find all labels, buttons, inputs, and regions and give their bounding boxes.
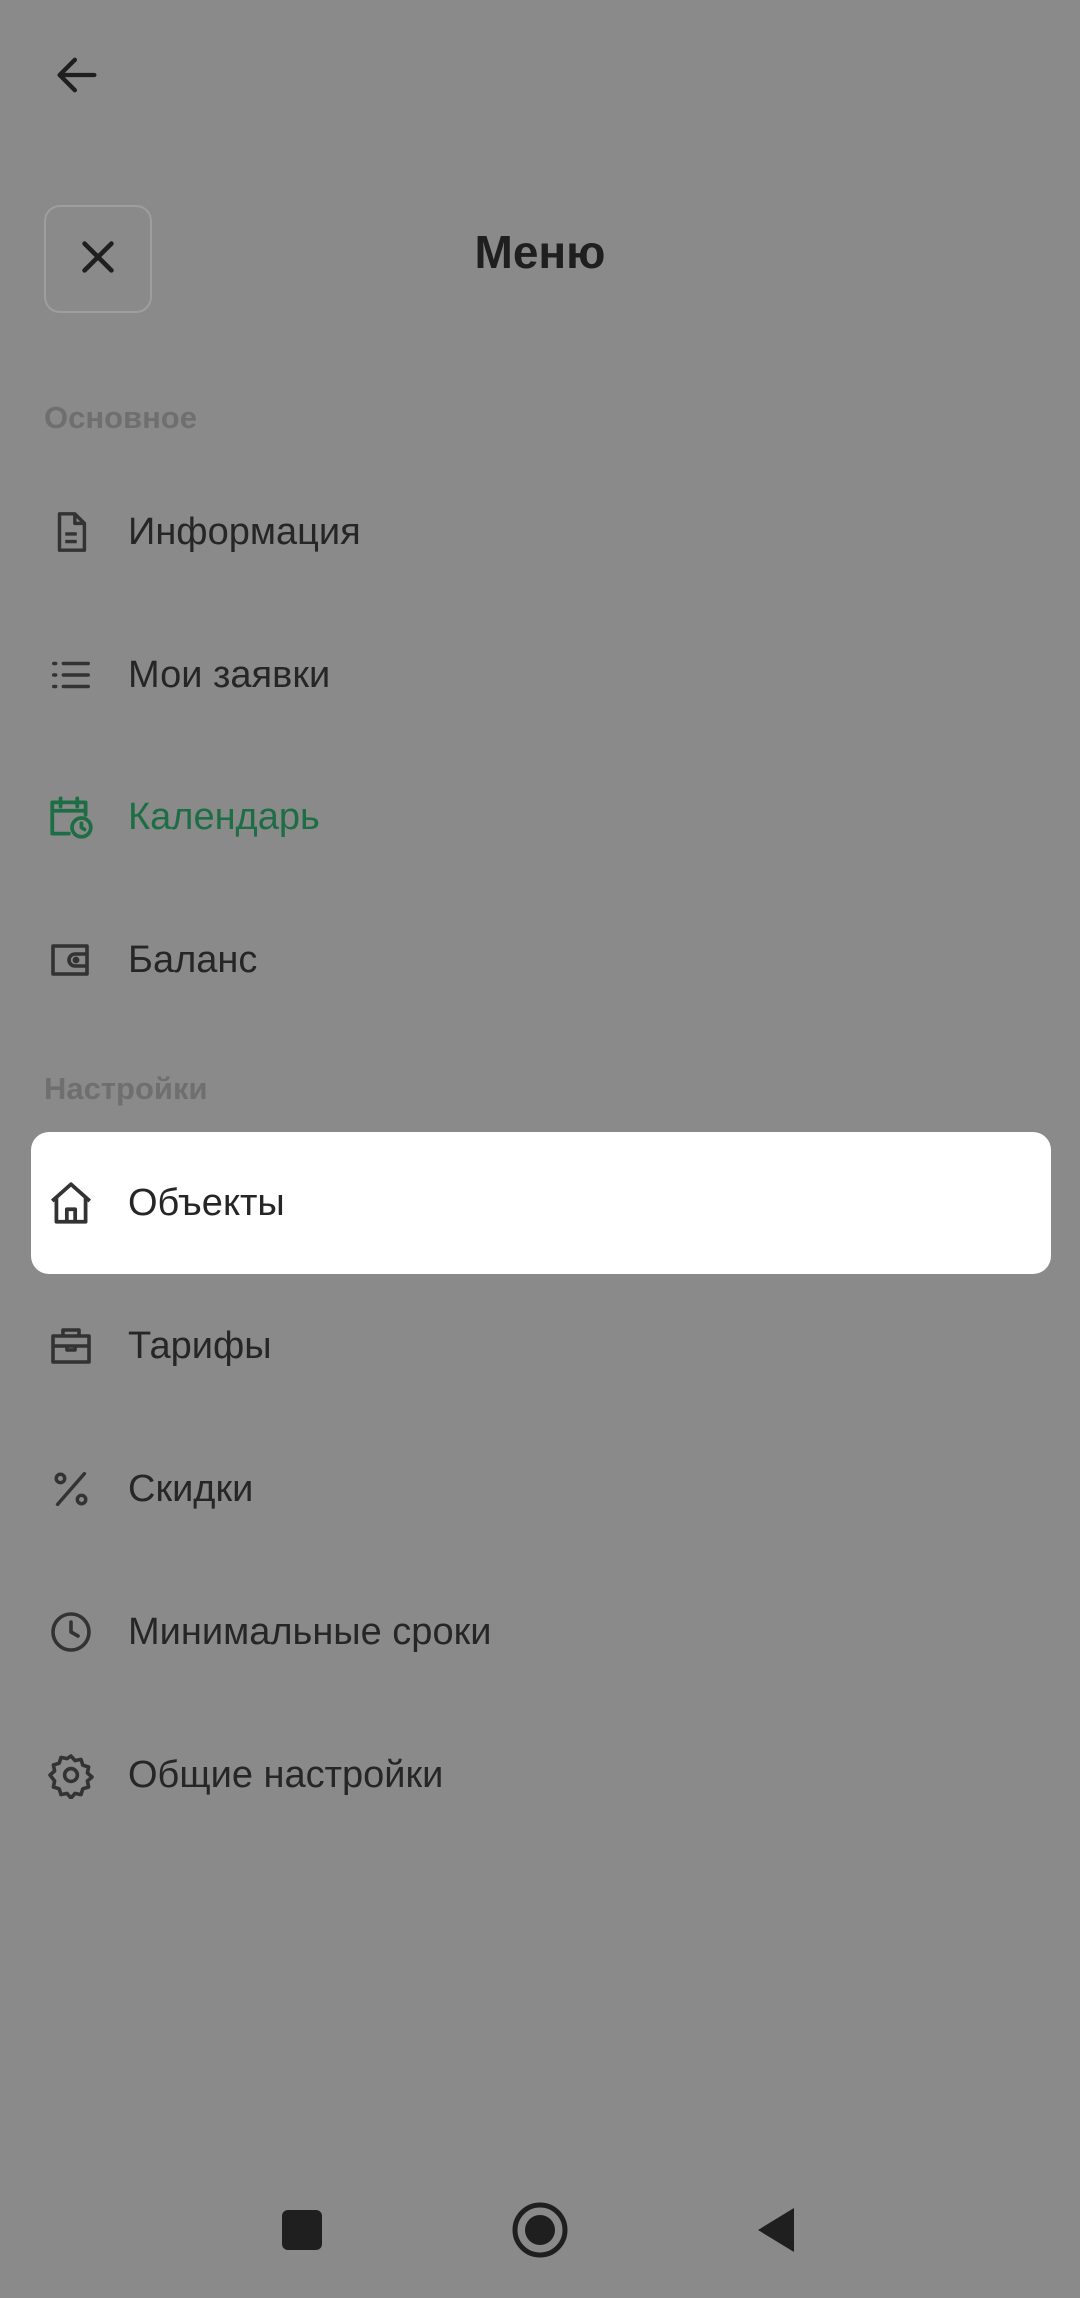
menu-item-information[interactable]: Информация <box>31 461 1051 603</box>
home-button[interactable] <box>504 2196 576 2268</box>
menu-item-discounts[interactable]: Скидки <box>31 1418 1051 1560</box>
menu-item-my-requests[interactable]: Мои заявки <box>31 604 1051 746</box>
menu-item-label: Объекты <box>128 1182 285 1224</box>
clock-icon <box>45 1606 97 1658</box>
menu-item-tariffs[interactable]: Тарифы <box>31 1275 1051 1417</box>
menu-item-balance[interactable]: Баланс <box>31 889 1051 1031</box>
arrow-left-icon <box>51 49 103 106</box>
wallet-icon <box>45 934 97 986</box>
menu-item-label: Баланс <box>128 939 258 981</box>
section-title-main: Основное <box>44 400 197 435</box>
menu-item-label: Скидки <box>128 1468 254 1510</box>
menu-item-label: Тарифы <box>128 1325 272 1367</box>
gear-icon <box>45 1749 97 1801</box>
page-title: Меню <box>474 226 606 278</box>
document-icon <box>45 506 97 558</box>
menu-item-label: Минимальные сроки <box>128 1611 492 1653</box>
triangle-back-icon <box>754 2206 798 2259</box>
menu-item-objects[interactable]: Объекты <box>31 1132 1051 1274</box>
menu-item-label: Календарь <box>128 796 320 838</box>
calendar-clock-icon <box>45 791 97 843</box>
list-icon <box>45 649 97 701</box>
system-back-button[interactable] <box>740 2196 812 2268</box>
percent-icon <box>45 1463 97 1515</box>
recents-button[interactable] <box>266 2196 338 2268</box>
menu-item-label: Информация <box>128 511 361 553</box>
menu-item-label: Мои заявки <box>128 654 331 696</box>
back-button[interactable] <box>40 40 114 114</box>
briefcase-icon <box>45 1320 97 1372</box>
house-icon <box>45 1177 97 1229</box>
menu-item-general-settings[interactable]: Общие настройки <box>31 1704 1051 1846</box>
circle-icon <box>511 2201 569 2264</box>
section-title-settings: Настройки <box>44 1071 208 1106</box>
menu-item-calendar[interactable]: Календарь <box>31 746 1051 888</box>
menu-item-label: Общие настройки <box>128 1754 444 1796</box>
menu-item-minimum-terms[interactable]: Минимальные сроки <box>31 1561 1051 1703</box>
square-icon <box>280 2208 324 2257</box>
